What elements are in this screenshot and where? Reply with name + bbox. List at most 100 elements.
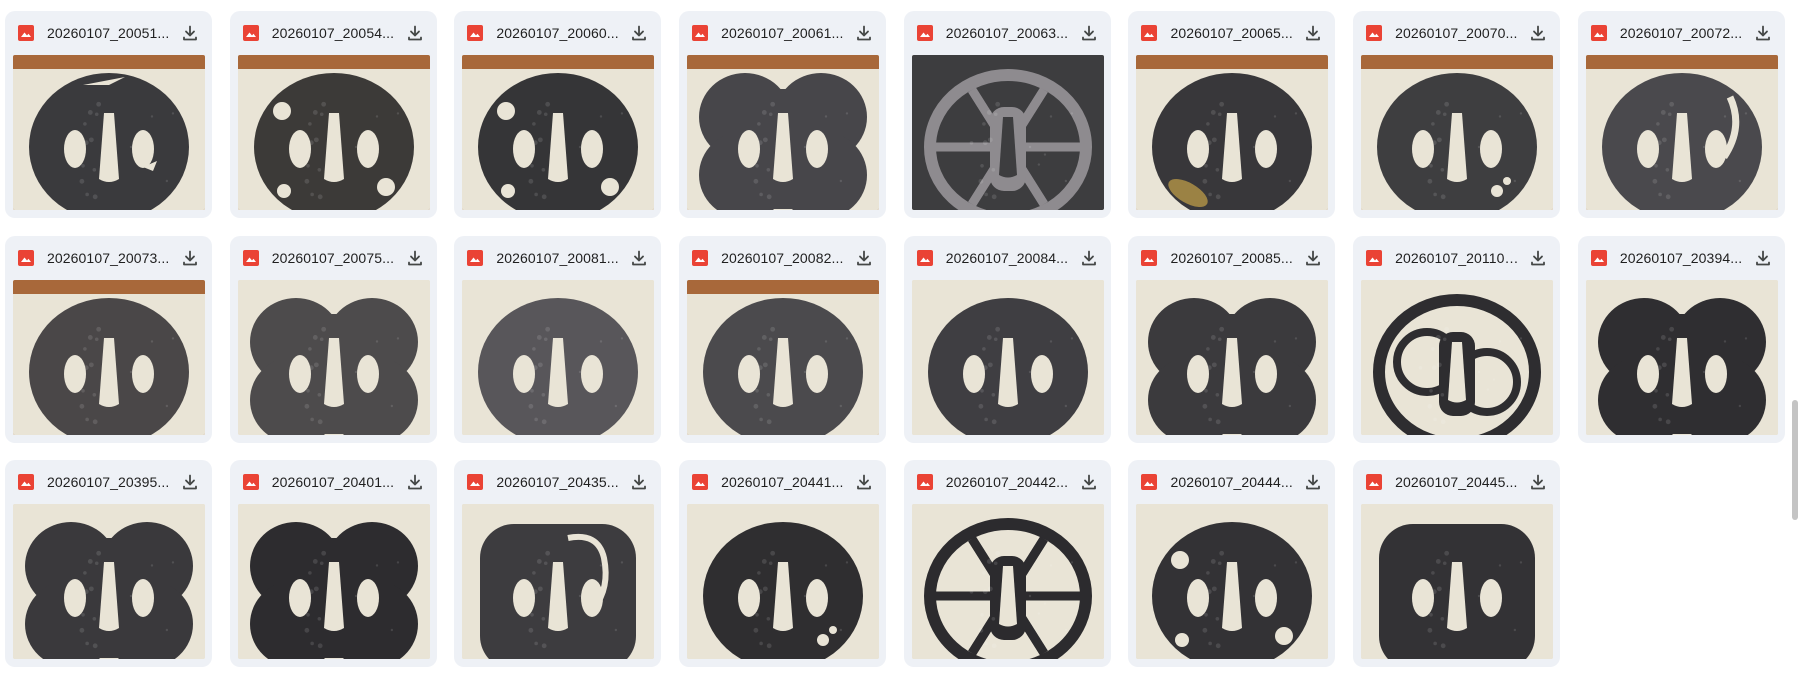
image-thumbnail[interactable]	[1136, 504, 1329, 659]
tsuba-thumbnail-image	[1585, 55, 1778, 210]
file-name: 20260107_20395...	[47, 474, 170, 490]
file-card[interactable]: 20260107_20081...	[454, 235, 662, 443]
download-icon[interactable]	[1526, 470, 1550, 494]
image-thumbnail[interactable]	[911, 55, 1104, 210]
image-file-icon	[1140, 24, 1158, 42]
download-icon[interactable]	[1301, 21, 1325, 45]
file-card[interactable]: 20260107_20445...	[1353, 460, 1561, 667]
tsuba-thumbnail-image	[687, 55, 880, 210]
download-icon[interactable]	[627, 21, 651, 45]
file-card[interactable]: 20260107_20065...	[1128, 11, 1336, 218]
download-icon[interactable]	[403, 21, 427, 45]
tsuba-thumbnail-image	[1585, 279, 1778, 435]
image-thumbnail[interactable]	[687, 504, 880, 659]
download-icon[interactable]	[178, 246, 202, 270]
download-icon[interactable]	[178, 470, 202, 494]
download-icon[interactable]	[1526, 21, 1550, 45]
file-card[interactable]: 20260107_20401...	[229, 460, 437, 667]
image-thumbnail[interactable]	[462, 504, 655, 659]
image-file-icon	[1590, 249, 1608, 267]
file-card-header: 20260107_20084...	[904, 236, 1111, 280]
tsuba-thumbnail-image	[237, 55, 430, 210]
file-card[interactable]: 20260107_20060...	[454, 11, 662, 218]
file-card[interactable]: 20260107_20444...	[1128, 460, 1336, 667]
download-icon[interactable]	[1301, 246, 1325, 270]
tsuba-thumbnail-image	[911, 279, 1104, 435]
file-card[interactable]: 20260107_20051...	[5, 11, 212, 218]
image-thumbnail[interactable]	[237, 504, 430, 659]
download-icon[interactable]	[627, 470, 651, 494]
download-icon[interactable]	[178, 21, 202, 45]
file-card-header: 20260107_20073...	[5, 236, 212, 280]
file-card[interactable]: 20260107_20085...	[1128, 235, 1336, 443]
image-file-icon	[1365, 249, 1383, 267]
file-card-header: 20260107_20065...	[1128, 11, 1335, 55]
file-card[interactable]: 20260107_20435...	[454, 460, 662, 667]
file-card[interactable]: 20260107_20442...	[903, 460, 1111, 667]
download-icon[interactable]	[1751, 246, 1775, 270]
file-name: 20260107_20445...	[1395, 474, 1518, 490]
file-card[interactable]: 20260107_20394...	[1577, 235, 1785, 443]
scrollbar-thumb[interactable]	[1792, 400, 1798, 520]
download-icon[interactable]	[1077, 246, 1101, 270]
download-icon[interactable]	[1301, 470, 1325, 494]
download-icon[interactable]	[403, 470, 427, 494]
image-thumbnail[interactable]	[462, 279, 655, 435]
image-thumbnail[interactable]	[237, 279, 430, 435]
download-icon[interactable]	[1526, 246, 1550, 270]
image-thumbnail[interactable]	[687, 55, 880, 210]
image-thumbnail[interactable]	[1361, 55, 1554, 210]
download-icon[interactable]	[1751, 21, 1775, 45]
file-card-header: 20260107_20401...	[230, 460, 437, 504]
file-card-header: 20260107_20075...	[230, 236, 437, 280]
image-file-icon	[916, 24, 934, 42]
image-thumbnail[interactable]	[911, 279, 1104, 435]
file-name: 20260107_20085...	[1170, 249, 1293, 266]
file-card[interactable]: 20260107_20075...	[229, 235, 437, 443]
file-card-header: 20260107_20442...	[904, 460, 1111, 504]
file-card[interactable]: 20260107_20061...	[679, 11, 887, 218]
image-file-icon	[691, 249, 709, 267]
image-thumbnail[interactable]	[1585, 55, 1778, 210]
file-card[interactable]: 20260107_201107...	[1353, 235, 1561, 443]
download-icon[interactable]	[852, 470, 876, 494]
image-thumbnail[interactable]	[1361, 279, 1554, 435]
file-name: 20260107_20084...	[945, 249, 1069, 266]
file-name: 20260107_20063...	[945, 25, 1069, 41]
image-thumbnail[interactable]	[1361, 504, 1554, 659]
tsuba-thumbnail-image	[1361, 504, 1554, 659]
tsuba-thumbnail-image	[1361, 55, 1554, 210]
file-card[interactable]: 20260107_20084...	[903, 235, 1111, 443]
download-icon[interactable]	[852, 21, 876, 45]
file-name: 20260107_20082...	[721, 249, 844, 266]
file-card[interactable]: 20260107_20073...	[5, 235, 212, 443]
file-card[interactable]: 20260107_20063...	[903, 11, 1111, 218]
download-icon[interactable]	[627, 246, 651, 270]
scrollbar[interactable]	[1790, 0, 1800, 683]
image-thumbnail[interactable]	[1585, 279, 1778, 435]
file-card[interactable]: 20260107_20441...	[679, 460, 887, 667]
file-card[interactable]: 20260107_20082...	[679, 235, 887, 443]
image-thumbnail[interactable]	[462, 55, 655, 210]
image-thumbnail[interactable]	[13, 279, 205, 435]
image-thumbnail[interactable]	[13, 504, 205, 659]
image-thumbnail[interactable]	[13, 55, 205, 210]
download-icon[interactable]	[403, 246, 427, 270]
file-card[interactable]: 20260107_20395...	[5, 460, 212, 667]
download-icon[interactable]	[1077, 21, 1101, 45]
file-card[interactable]: 20260107_20072...	[1577, 11, 1785, 218]
image-thumbnail[interactable]	[237, 55, 430, 210]
file-card-header: 20260107_20435...	[454, 460, 661, 504]
image-thumbnail[interactable]	[687, 279, 880, 435]
file-card-header: 20260107_20441...	[679, 460, 886, 504]
image-thumbnail[interactable]	[1136, 279, 1329, 435]
file-card[interactable]: 20260107_20070...	[1353, 11, 1561, 218]
file-name: 20260107_20072...	[1619, 25, 1743, 41]
file-card[interactable]: 20260107_20054...	[229, 11, 437, 218]
image-thumbnail[interactable]	[911, 504, 1104, 659]
download-icon[interactable]	[852, 246, 876, 270]
download-icon[interactable]	[1077, 470, 1101, 494]
image-file-icon	[466, 24, 484, 42]
image-thumbnail[interactable]	[1136, 55, 1329, 210]
file-name: 20260107_20060...	[496, 25, 619, 41]
